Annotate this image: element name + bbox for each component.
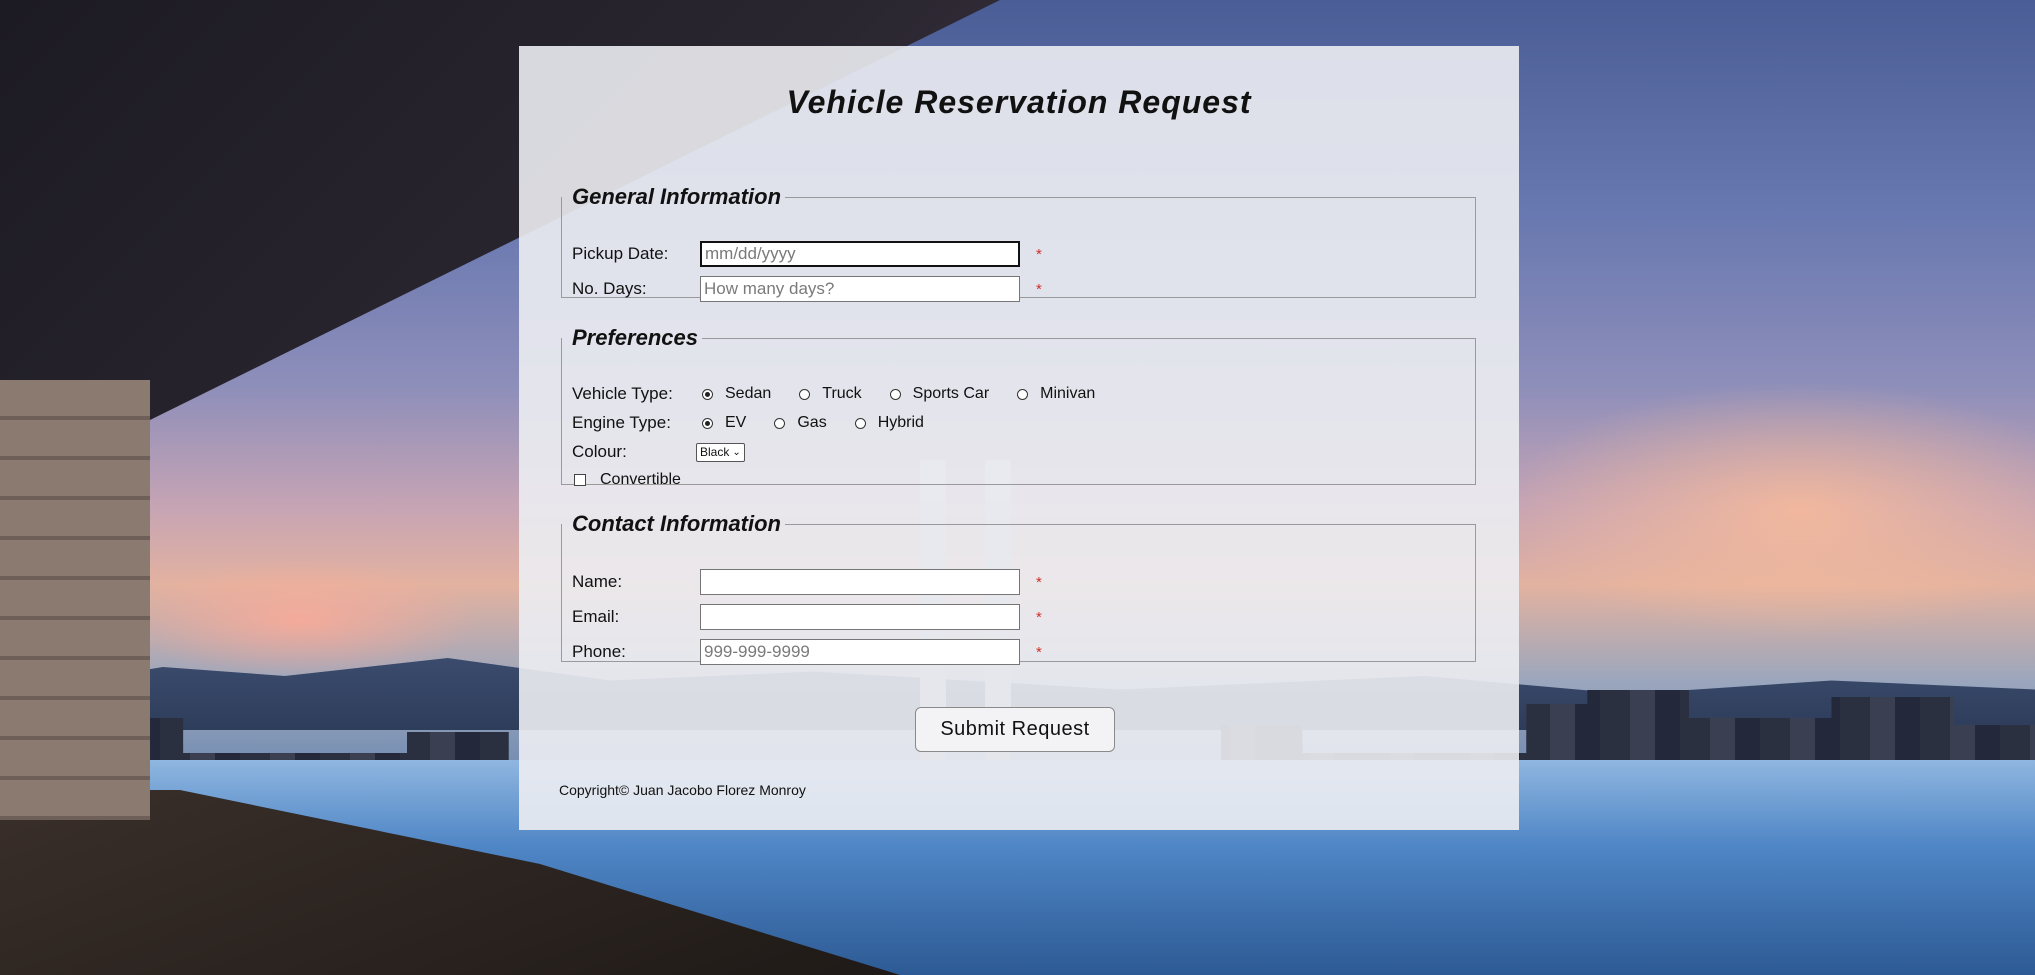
section-legend-general: General Information <box>572 184 782 209</box>
engine-radio-gas[interactable] <box>774 417 786 429</box>
required-indicator: * <box>1036 280 1042 298</box>
convertible-checkbox[interactable] <box>574 474 586 486</box>
pickup-date-input[interactable] <box>700 241 1020 267</box>
engine-type-options: EV Gas Hybrid <box>700 414 950 432</box>
pickup-date-label: Pickup Date: <box>572 244 669 263</box>
copyright-text: Copyright© Juan Jacobo Florez Monroy <box>559 782 806 798</box>
general-information-section: General Information Pickup Date: * No. D… <box>561 184 1476 302</box>
phone-input[interactable] <box>700 639 1020 665</box>
convertible-label: Convertible <box>600 471 681 488</box>
engine-type-row: Engine Type: EV Gas Hybrid <box>572 410 950 436</box>
vehicle-radio-minivan[interactable] <box>1017 388 1029 400</box>
required-indicator: * <box>1036 573 1042 591</box>
vehicle-option-label: Sports Car <box>912 385 990 402</box>
pickup-date-row: Pickup Date: * <box>572 241 1042 267</box>
page-title: Vehicle Reservation Request <box>786 84 1252 120</box>
email-input[interactable] <box>700 604 1020 630</box>
sky-glow <box>1500 380 2035 640</box>
email-label: Email: <box>572 607 620 626</box>
vehicle-radio-truck[interactable] <box>799 388 811 400</box>
name-input[interactable] <box>700 569 1020 595</box>
colour-row: Colour: Black ⌄ <box>572 439 745 465</box>
email-row: Email: * <box>572 604 1042 630</box>
engine-radio-ev[interactable] <box>702 417 713 429</box>
contact-information-section: Contact Information Name: * Email: * Pho… <box>561 511 1476 665</box>
required-indicator: * <box>1036 608 1042 626</box>
vehicle-type-row: Vehicle Type: Sedan Truck Sports Car Min… <box>572 381 1121 407</box>
days-label: No. Days: <box>572 279 647 298</box>
days-input[interactable] <box>700 276 1020 302</box>
submit-request-button[interactable]: Submit Request <box>915 707 1115 752</box>
name-label: Name: <box>572 572 623 591</box>
required-indicator: * <box>1036 643 1042 661</box>
preferences-section: Preferences Vehicle Type: Sedan Truck Sp… <box>561 325 1476 488</box>
colour-select-value: Black <box>700 445 730 459</box>
building-pillar <box>0 380 150 820</box>
engine-option-label: EV <box>725 414 747 431</box>
vehicle-radio-sedan[interactable] <box>702 388 713 400</box>
vehicle-type-options: Sedan Truck Sports Car Minivan <box>700 385 1121 403</box>
phone-row: Phone: * <box>572 639 1042 665</box>
convertible-row: Convertible <box>572 467 707 493</box>
vehicle-option-label: Minivan <box>1040 385 1096 402</box>
section-legend-preferences: Preferences <box>572 325 698 350</box>
engine-type-label: Engine Type: <box>572 413 671 432</box>
vehicle-type-label: Vehicle Type: <box>572 384 673 403</box>
reservation-form-card: Vehicle Reservation Request General Info… <box>519 46 1519 830</box>
chevron-down-icon: ⌄ <box>732 446 741 458</box>
required-indicator: * <box>1036 245 1042 263</box>
days-row: No. Days: * <box>572 276 1042 302</box>
name-row: Name: * <box>572 569 1042 595</box>
engine-option-label: Gas <box>797 414 827 431</box>
phone-label: Phone: <box>572 642 626 661</box>
colour-label: Colour: <box>572 442 627 461</box>
section-legend-contact: Contact Information <box>572 511 781 536</box>
engine-option-label: Hybrid <box>877 414 924 431</box>
colour-select[interactable]: Black ⌄ <box>696 442 745 462</box>
engine-radio-hybrid[interactable] <box>854 417 866 429</box>
vehicle-radio-sports-car[interactable] <box>889 388 901 400</box>
vehicle-option-label: Truck <box>822 385 862 402</box>
vehicle-option-label: Sedan <box>725 385 772 402</box>
